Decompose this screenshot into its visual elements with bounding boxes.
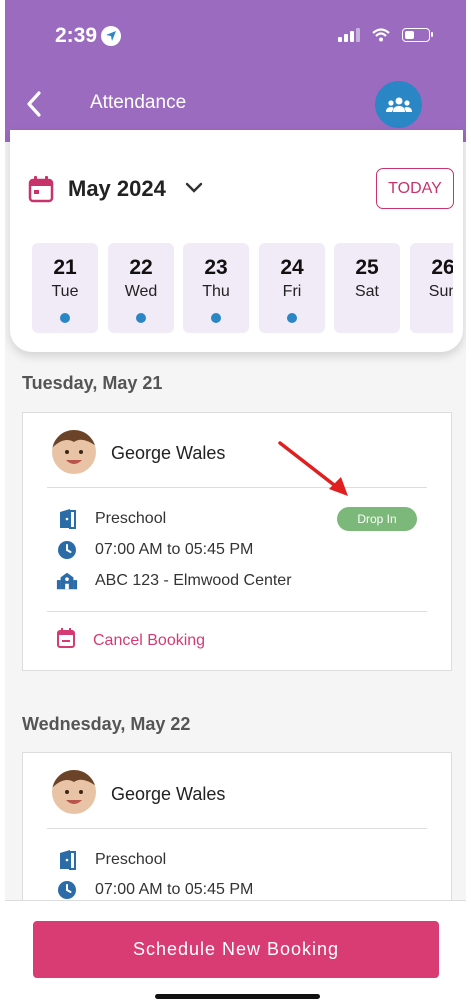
center-row: ABC 123 - Elmwood Center: [56, 570, 292, 592]
day-number: 23: [204, 256, 228, 279]
day-item[interactable]: 24 Fri: [259, 243, 325, 333]
door-icon: [56, 849, 78, 871]
child-name: George Wales: [111, 784, 226, 804]
chevron-left-icon: [27, 91, 41, 117]
status-icons: [338, 28, 433, 42]
clock-icon: [56, 539, 78, 561]
day-number: 26: [431, 256, 453, 279]
status-bar-time: 2:39: [55, 24, 122, 48]
cellular-signal-icon: [338, 28, 360, 42]
divider: [47, 828, 427, 829]
school-building-icon: [56, 570, 78, 592]
schedule-new-booking-button[interactable]: Schedule New Booking: [33, 921, 439, 978]
day-number: 22: [129, 256, 153, 279]
calendar-icon: [28, 176, 54, 203]
booking-dot: [211, 313, 221, 323]
day-item[interactable]: 23 Thu: [183, 243, 249, 333]
booking-time: 07:00 AM to 05:45 PM: [95, 541, 254, 558]
group-icon: [385, 97, 412, 112]
back-button[interactable]: [23, 90, 47, 118]
day-item[interactable]: 22 Wed: [108, 243, 174, 333]
page-title: Attendance: [90, 92, 187, 113]
booking-time: 07:00 AM to 05:45 PM: [95, 881, 254, 898]
day-weekday: Sat: [354, 283, 379, 300]
door-icon: [56, 508, 78, 530]
day-weekday: Wed: [124, 283, 158, 300]
avatar: [52, 430, 96, 474]
day-weekday: Sun: [428, 283, 453, 300]
divider: [47, 611, 427, 612]
program-row: Preschool: [56, 508, 166, 530]
wifi-icon: [372, 28, 390, 42]
center-name: ABC 123 - Elmwood Center: [95, 572, 292, 589]
bottom-bar: Schedule New Booking: [5, 900, 466, 1005]
booking-dot: [287, 313, 297, 323]
day-weekday: Fri: [282, 283, 302, 300]
day-number: 25: [355, 256, 379, 279]
program-row: Preschool: [56, 849, 166, 871]
clock-icon: [56, 879, 78, 901]
child-name: George Wales: [111, 443, 226, 463]
day-weekday: Tue: [51, 283, 79, 300]
cancel-booking-button[interactable]: Cancel Booking: [56, 627, 205, 654]
booking-dot: [60, 313, 70, 323]
drop-in-badge: Drop In: [337, 507, 417, 531]
red-arrow-annotation: [278, 441, 348, 496]
month-selector[interactable]: May 2024: [68, 176, 166, 202]
day-number: 24: [280, 256, 304, 279]
today-button[interactable]: TODAY: [376, 168, 454, 209]
location-arrow-icon: [101, 26, 122, 46]
calendar-minus-icon: [56, 627, 76, 654]
date-heading: Tuesday, May 21: [22, 373, 163, 393]
app-header: 2:39 Attendance: [5, 0, 466, 142]
time-row: 07:00 AM to 05:45 PM: [56, 539, 253, 561]
day-weekday: Thu: [202, 283, 230, 300]
screen: 2:39 Attendance May 2024 TODAY 21 Tue 22…: [5, 0, 466, 1005]
chevron-down-icon[interactable]: [185, 182, 203, 194]
day-item[interactable]: 25 Sat: [334, 243, 400, 333]
divider: [47, 487, 427, 488]
day-number: 21: [53, 256, 77, 279]
booking-card: George Wales Preschool Drop In 07:00 AM …: [22, 412, 452, 671]
group-children-button[interactable]: [375, 81, 422, 128]
cancel-booking-label: Cancel Booking: [93, 631, 206, 649]
day-item[interactable]: 21 Tue: [32, 243, 98, 333]
battery-icon: [402, 28, 433, 42]
day-item[interactable]: 26 Sun: [410, 243, 453, 333]
day-strip: 21 Tue 22 Wed 23 Thu 24 Fri 25 Sat 26 Su…: [32, 243, 453, 335]
calendar-card: May 2024 TODAY 21 Tue 22 Wed 23 Thu 24 F…: [10, 130, 463, 352]
avatar: [52, 770, 96, 814]
time-row: 07:00 AM to 05:45 PM: [56, 879, 253, 901]
booking-dot: [136, 313, 146, 323]
date-heading: Wednesday, May 22: [22, 714, 191, 734]
program-name: Preschool: [95, 851, 167, 868]
home-indicator[interactable]: [155, 994, 320, 999]
program-name: Preschool: [95, 510, 167, 527]
status-time-text: 2:39: [55, 24, 98, 47]
